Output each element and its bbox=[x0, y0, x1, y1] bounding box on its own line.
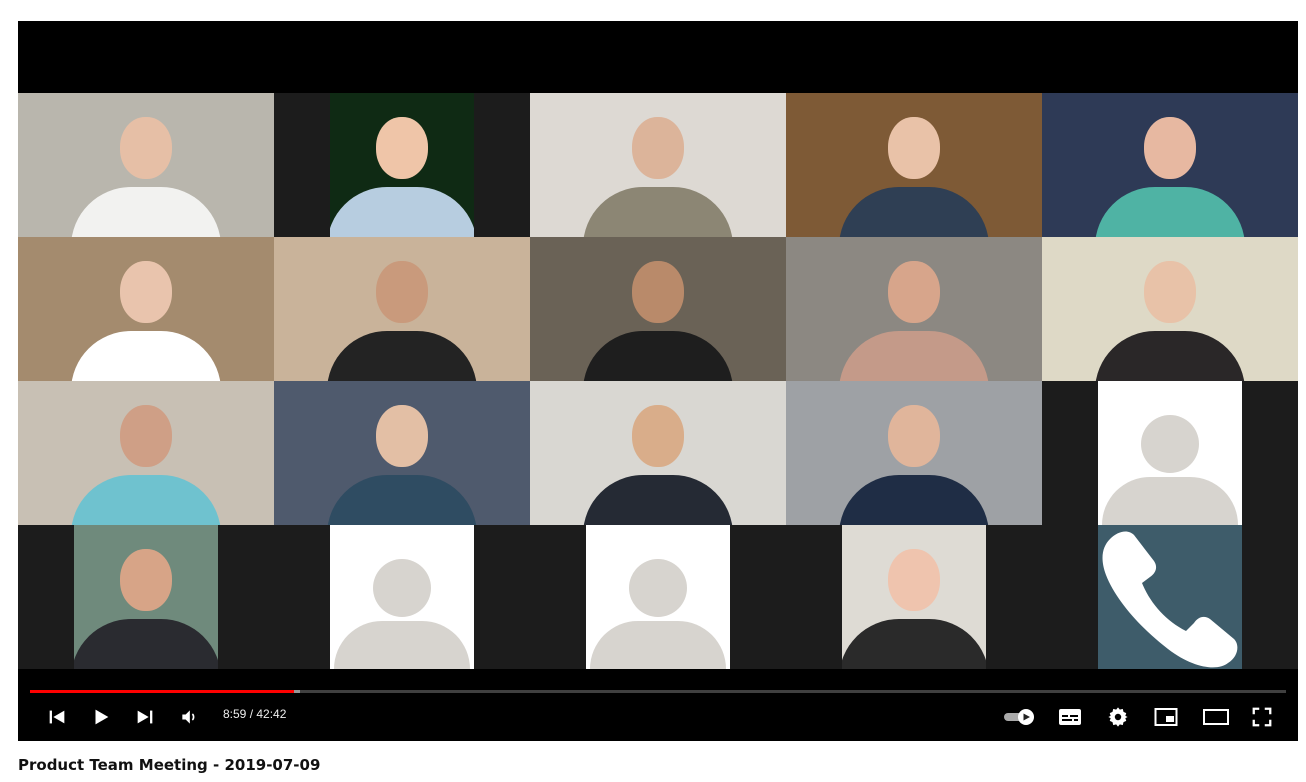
autoplay-toggle-icon bbox=[1004, 709, 1034, 725]
participant-head bbox=[632, 117, 684, 179]
volume-icon bbox=[182, 710, 195, 724]
participant-head bbox=[888, 405, 940, 467]
default-avatar-head bbox=[373, 559, 431, 617]
default-avatar-head bbox=[629, 559, 687, 617]
participant-tile bbox=[530, 237, 786, 381]
skip-previous-icon bbox=[49, 710, 65, 724]
participant-head bbox=[376, 405, 428, 467]
theater-mode-button[interactable] bbox=[1201, 704, 1231, 730]
play-button[interactable] bbox=[88, 704, 114, 730]
default-avatar-head bbox=[1141, 415, 1199, 473]
miniplayer-button[interactable] bbox=[1153, 704, 1179, 730]
autoplay-toggle[interactable] bbox=[1002, 704, 1038, 730]
participant-torso bbox=[71, 475, 221, 525]
participant-torso bbox=[1095, 331, 1245, 381]
participant-head bbox=[376, 117, 428, 179]
participant-torso bbox=[583, 475, 733, 525]
participant-tile bbox=[274, 237, 530, 381]
participant-tile-no-video bbox=[1098, 381, 1242, 525]
participant-tile bbox=[842, 525, 986, 669]
participant-head bbox=[632, 405, 684, 467]
participant-torso bbox=[583, 331, 733, 381]
participant-head bbox=[120, 405, 172, 467]
participant-torso bbox=[71, 331, 221, 381]
subtitles-icon bbox=[1059, 709, 1081, 725]
participant-torso bbox=[74, 619, 218, 669]
time-display: 8:59 / 42:42 bbox=[223, 707, 287, 721]
participant-head bbox=[632, 261, 684, 323]
theater-mode-icon bbox=[1203, 709, 1229, 725]
fullscreen-button[interactable] bbox=[1249, 704, 1275, 730]
participant-tile bbox=[530, 381, 786, 525]
participant-tile bbox=[74, 525, 218, 669]
participant-torso bbox=[842, 619, 986, 669]
default-avatar-body bbox=[1102, 477, 1238, 525]
participant-torso bbox=[1095, 187, 1245, 237]
participant-tile bbox=[274, 381, 530, 525]
progress-played bbox=[30, 690, 294, 693]
settings-button[interactable] bbox=[1105, 704, 1131, 730]
participant-torso bbox=[71, 187, 221, 237]
phone-icon bbox=[1102, 531, 1238, 668]
video-player[interactable]: 8:59 / 42:42 bbox=[18, 21, 1298, 741]
miniplayer-icon bbox=[1154, 708, 1178, 726]
participant-head bbox=[120, 261, 172, 323]
participant-head bbox=[888, 261, 940, 323]
participant-tile bbox=[786, 93, 1042, 237]
participant-torso bbox=[839, 475, 989, 525]
participant-head bbox=[888, 549, 940, 611]
participant-head bbox=[888, 117, 940, 179]
default-avatar-body bbox=[590, 621, 726, 669]
progress-bar[interactable] bbox=[30, 690, 1286, 693]
participant-torso bbox=[327, 475, 477, 525]
participant-head bbox=[120, 549, 172, 611]
participant-tile bbox=[1042, 237, 1298, 381]
participant-tile-no-video bbox=[330, 525, 474, 669]
participant-head bbox=[1144, 261, 1196, 323]
participant-tile bbox=[330, 93, 474, 237]
previous-button[interactable] bbox=[44, 704, 70, 730]
participant-tile bbox=[1042, 93, 1298, 237]
video-title[interactable]: Product Team Meeting - 2019-07-09 bbox=[18, 756, 320, 774]
subtitles-button[interactable] bbox=[1057, 704, 1083, 730]
fullscreen-icon bbox=[1252, 707, 1272, 727]
play-icon bbox=[95, 709, 109, 725]
participant-tile-no-video bbox=[586, 525, 730, 669]
participant-torso bbox=[839, 187, 989, 237]
participant-tile bbox=[18, 93, 274, 237]
participant-head bbox=[1144, 117, 1196, 179]
participant-tile bbox=[530, 93, 786, 237]
gallery-grid bbox=[18, 93, 1298, 669]
participant-tile bbox=[786, 237, 1042, 381]
participant-torso bbox=[583, 187, 733, 237]
default-avatar-body bbox=[334, 621, 470, 669]
gear-icon bbox=[1108, 707, 1128, 727]
participant-head bbox=[120, 117, 172, 179]
participant-tile bbox=[18, 381, 274, 525]
participant-torso bbox=[839, 331, 989, 381]
participant-tile bbox=[786, 381, 1042, 525]
participant-tile bbox=[18, 237, 274, 381]
next-button[interactable] bbox=[132, 704, 158, 730]
participant-head bbox=[376, 261, 428, 323]
participant-torso bbox=[327, 331, 477, 381]
participant-tile-phone bbox=[1098, 525, 1242, 669]
skip-next-icon bbox=[137, 710, 153, 724]
volume-button[interactable] bbox=[176, 704, 202, 730]
participant-torso bbox=[330, 187, 474, 237]
